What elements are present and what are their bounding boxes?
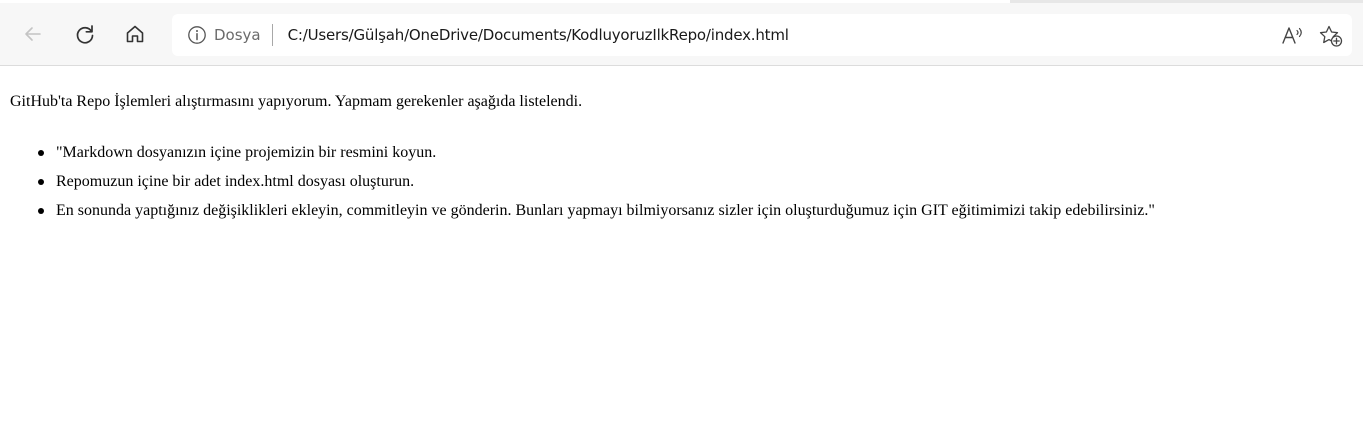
info-icon[interactable] bbox=[187, 25, 207, 45]
address-divider bbox=[271, 24, 273, 46]
home-icon bbox=[126, 25, 144, 43]
list-item: "Markdown dosyanızın içine projemizin bi… bbox=[38, 138, 1363, 167]
address-bar[interactable]: Dosya C:/Users/Gülşah/OneDrive/Documents… bbox=[172, 14, 1352, 56]
list-item-text: En sonunda yaptığınız değişiklikleri ekl… bbox=[56, 202, 1155, 219]
add-favorite-icon[interactable] bbox=[1318, 24, 1344, 48]
bullet-icon bbox=[38, 208, 44, 214]
list-item-text: "Markdown dosyanızın içine projemizin bi… bbox=[56, 144, 437, 161]
task-list: "Markdown dosyanızın içine projemizin bi… bbox=[10, 138, 1363, 225]
list-item: En sonunda yaptığınız değişiklikleri ekl… bbox=[38, 196, 1363, 225]
home-button[interactable] bbox=[120, 19, 150, 49]
bullet-icon bbox=[38, 179, 44, 185]
back-button[interactable] bbox=[18, 19, 48, 49]
url-text[interactable]: C:/Users/Gülşah/OneDrive/Documents/Kodlu… bbox=[288, 26, 789, 44]
site-scheme-label[interactable]: Dosya bbox=[214, 26, 261, 44]
list-item: Repomuzun içine bir adet index.html dosy… bbox=[38, 167, 1363, 196]
refresh-icon bbox=[76, 25, 94, 44]
read-aloud-icon[interactable] bbox=[1280, 24, 1306, 48]
page-content: GitHub'ta Repo İşlemleri alıştırmasını y… bbox=[0, 66, 1363, 225]
browser-toolbar: Dosya C:/Users/Gülşah/OneDrive/Documents… bbox=[0, 3, 1363, 66]
bullet-icon bbox=[38, 150, 44, 156]
back-arrow-icon bbox=[25, 27, 41, 41]
list-item-text: Repomuzun içine bir adet index.html dosy… bbox=[56, 173, 415, 190]
refresh-button[interactable] bbox=[70, 19, 100, 49]
intro-paragraph: GitHub'ta Repo İşlemleri alıştırmasını y… bbox=[10, 93, 583, 110]
